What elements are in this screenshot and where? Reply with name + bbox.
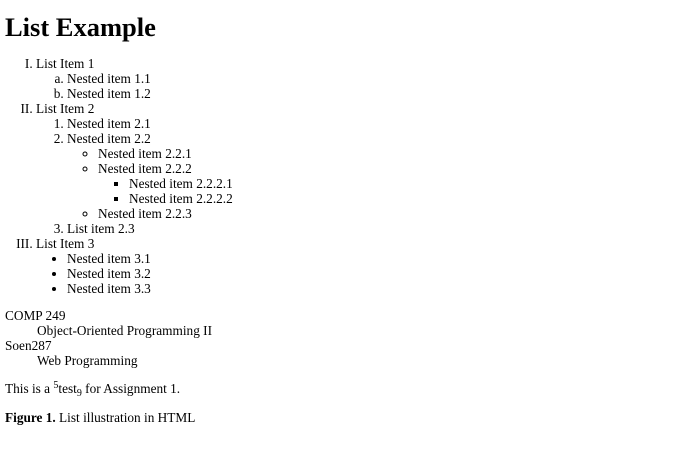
list-item-1: List Item 1 Nested item 1.1 Nested item … bbox=[36, 56, 674, 101]
list-item: Nested item 2.2.1 bbox=[98, 146, 674, 161]
list-item: Nested item 2.1 bbox=[67, 116, 674, 131]
figure-label: Figure 1. bbox=[5, 410, 56, 425]
list-item: Nested item 2.2.2.1 bbox=[129, 176, 674, 191]
list-item-3: List Item 3 Nested item 3.1 Nested item … bbox=[36, 236, 674, 296]
definition-term: COMP 249 bbox=[5, 308, 66, 323]
list-item: Nested item 1.2 bbox=[67, 86, 674, 101]
list-item: Nested item 2.2.2.2 bbox=[129, 191, 674, 206]
list-item-2-2-2-label: Nested item 2.2.2 bbox=[98, 161, 192, 176]
figure-caption: Figure 1. List illustration in HTML bbox=[5, 410, 674, 425]
sentence-prefix: This is a bbox=[5, 381, 54, 396]
definition-list: COMP 249 Object-Oriented Programming II … bbox=[5, 308, 674, 368]
list-item: Nested item 2.2.3 bbox=[98, 206, 674, 221]
list-item-3-label: List Item 3 bbox=[36, 236, 95, 251]
list-item: Nested item 3.1 bbox=[67, 251, 674, 266]
nested-list-2-2-2: Nested item 2.2.2.1 Nested item 2.2.2.2 bbox=[98, 176, 674, 206]
list-item-2-2: Nested item 2.2 Nested item 2.2.1 Nested… bbox=[67, 131, 674, 221]
list-item: List item 2.3 bbox=[67, 221, 674, 236]
main-ordered-list: List Item 1 Nested item 1.1 Nested item … bbox=[5, 56, 674, 296]
list-item-1-label: List Item 1 bbox=[36, 56, 95, 71]
sentence-word: test bbox=[58, 381, 77, 396]
nested-list-2: Nested item 2.1 Nested item 2.2 Nested i… bbox=[36, 116, 674, 236]
definition-description: Object-Oriented Programming II bbox=[37, 323, 213, 338]
definition-description: Web Programming bbox=[37, 353, 138, 368]
list-item-2-2-label: Nested item 2.2 bbox=[67, 131, 151, 146]
nested-list-1: Nested item 1.1 Nested item 1.2 bbox=[36, 71, 674, 101]
page-title: List Example bbox=[5, 12, 156, 42]
figure-caption-text: List illustration in HTML bbox=[55, 410, 196, 425]
list-item: Nested item 3.3 bbox=[67, 281, 674, 296]
list-item-2: List Item 2 Nested item 2.1 Nested item … bbox=[36, 101, 674, 236]
nested-list-3: Nested item 3.1 Nested item 3.2 Nested i… bbox=[36, 251, 674, 296]
list-item: Nested item 3.2 bbox=[67, 266, 674, 281]
list-item-2-2-2: Nested item 2.2.2 Nested item 2.2.2.1 Ne… bbox=[98, 161, 674, 206]
document-page: List Example List Item 1 Nested item 1.1… bbox=[0, 12, 679, 425]
sentence-suffix: for Assignment 1. bbox=[81, 381, 181, 396]
list-item-2-label: List Item 2 bbox=[36, 101, 95, 116]
list-item: Nested item 1.1 bbox=[67, 71, 674, 86]
assignment-sentence: This is a 5test9 for Assignment 1. bbox=[5, 381, 674, 399]
nested-list-2-2: Nested item 2.2.1 Nested item 2.2.2 Nest… bbox=[67, 146, 674, 221]
definition-term: Soen287 bbox=[5, 338, 52, 353]
